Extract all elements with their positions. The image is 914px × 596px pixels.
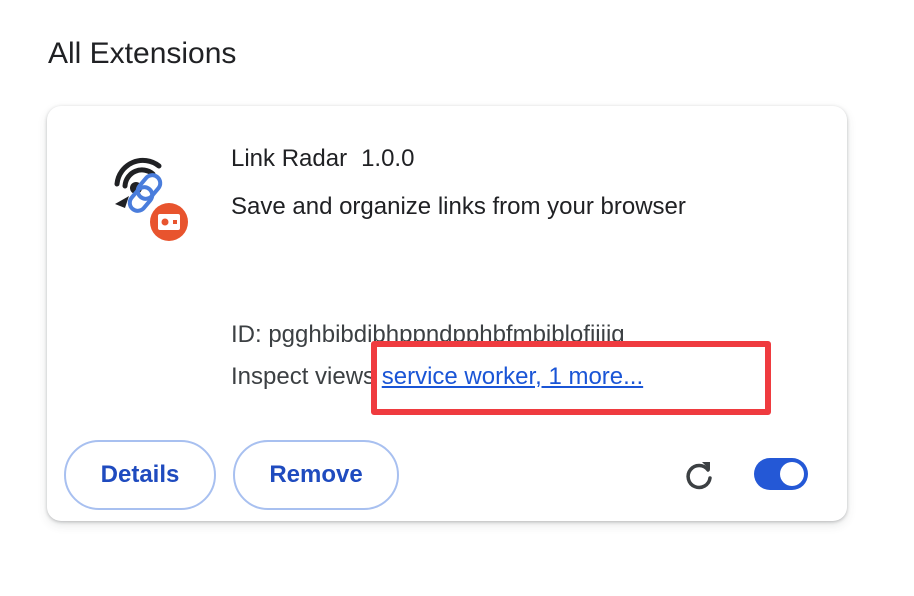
details-button[interactable]: Details <box>64 440 216 510</box>
extension-description: Save and organize links from your browse… <box>231 193 686 220</box>
extension-enable-toggle[interactable] <box>754 458 808 490</box>
extension-card: Link Radar 1.0.0 Save and organize links … <box>47 106 847 521</box>
inspect-views-label: Inspect views <box>231 363 376 390</box>
reload-icon[interactable] <box>682 458 716 492</box>
toggle-knob <box>780 462 804 486</box>
section-title: All Extensions <box>48 37 237 70</box>
extensions-page: All Extensions Link Radar 1.0.0 Save and … <box>0 0 914 596</box>
extension-name: Link Radar <box>231 145 348 172</box>
unpacked-extension-badge-icon <box>147 200 191 244</box>
inspect-views-row: Inspect views service worker, 1 more... <box>231 360 643 394</box>
extension-id: ID: pgghbibdibhppndpphbfmbiblofiiiig <box>231 321 625 348</box>
remove-button[interactable]: Remove <box>233 440 399 510</box>
extension-title-row: Link Radar 1.0.0 <box>231 142 414 176</box>
link-radar-extension-icon <box>114 157 191 244</box>
extension-version: 1.0.0 <box>361 145 415 172</box>
inspect-views-link[interactable]: service worker, 1 more... <box>382 363 643 390</box>
